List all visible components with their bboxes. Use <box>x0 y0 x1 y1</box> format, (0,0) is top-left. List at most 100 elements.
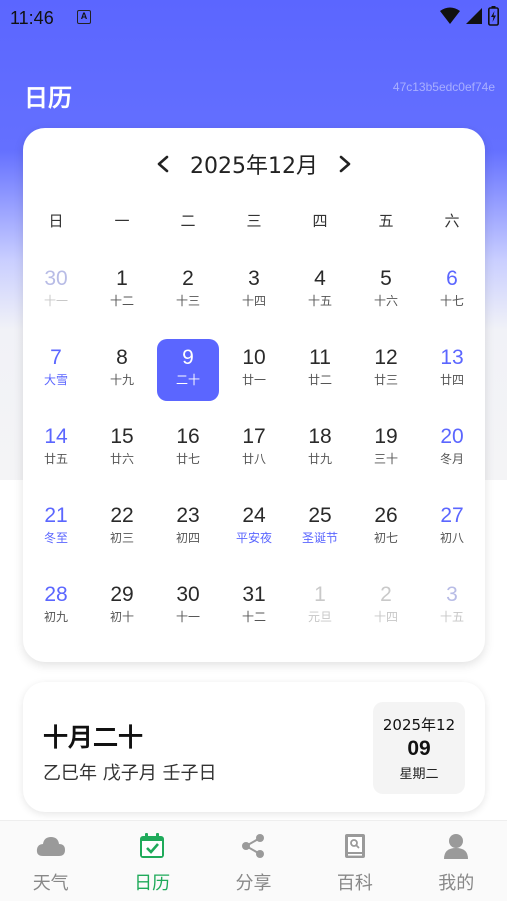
calendar-day[interactable]: 10 廿一 <box>223 339 285 401</box>
day-number: 13 <box>440 346 464 369</box>
calendar-day[interactable]: 13 廿四 <box>421 339 483 401</box>
lunar-label: 十五 <box>307 294 332 308</box>
day-number: 1 <box>314 583 326 606</box>
calendar-day[interactable]: 4 十五 <box>289 260 351 322</box>
calendar-week-row: 21 冬至 22 初三 23 初四 24 平安夜 25 圣诞节 26 初七 27 初八 <box>23 497 485 576</box>
calendar-week-row: 7 大雪 8 十九 9 二十 10 廿一 11 廿二 12 廿三 13 廿四 <box>23 339 485 418</box>
calendar-day[interactable]: 5 十六 <box>355 260 417 322</box>
lunar-label: 十四 <box>241 294 266 308</box>
calendar-day[interactable]: 17 廿八 <box>223 418 285 480</box>
day-number: 7 <box>50 346 62 369</box>
date-box: 2025年12 09 星期二 <box>373 702 465 794</box>
day-number: 4 <box>314 267 326 290</box>
previous-month-button[interactable] <box>142 146 184 182</box>
day-number: 11 <box>309 346 331 369</box>
day-number: 20 <box>440 425 464 448</box>
calendar-day[interactable]: 7 大雪 <box>25 339 87 401</box>
day-number: 30 <box>176 583 200 606</box>
calendar-day[interactable]: 12 廿三 <box>355 339 417 401</box>
calendar-day[interactable]: 19 三十 <box>355 418 417 480</box>
calendar-day[interactable]: 30 十一 <box>25 260 87 322</box>
calendar-week-row: 30 十一 1 十二 2 十三 3 十四 4 十五 5 十六 6 十七 <box>23 260 485 339</box>
lunar-label: 十五 <box>439 610 464 624</box>
calendar-day[interactable]: 29 初十 <box>91 576 153 638</box>
nav-label: 天气 <box>32 873 69 894</box>
calendar-day[interactable]: 26 初七 <box>355 497 417 559</box>
day-number: 3 <box>446 583 458 606</box>
day-number: 1 <box>116 267 128 290</box>
cloud-icon <box>36 831 66 861</box>
calendar-day[interactable]: 1 十二 <box>91 260 153 322</box>
day-number: 8 <box>116 346 128 369</box>
calendar-day[interactable]: 25 圣诞节 <box>289 497 351 559</box>
chevron-left-icon <box>157 155 169 173</box>
date-day: 09 <box>407 737 431 760</box>
device-hash: 47c13b5edc0ef74e <box>392 80 495 94</box>
nav-label: 分享 <box>235 873 272 894</box>
calendar-day[interactable]: 23 初四 <box>157 497 219 559</box>
calendar-day[interactable]: 15 廿六 <box>91 418 153 480</box>
calendar-day[interactable]: 30 十一 <box>157 576 219 638</box>
month-title: 2025年12月 <box>190 154 318 179</box>
profile-icon <box>441 831 471 861</box>
calendar-day[interactable]: 31 十二 <box>223 576 285 638</box>
encyclopedia-icon <box>340 831 370 861</box>
status-time: 11:46 <box>10 8 54 28</box>
nav-item-share[interactable]: 分享 <box>203 821 304 901</box>
nav-item-encyclopedia[interactable]: 百科 <box>304 821 405 901</box>
next-month-button[interactable] <box>324 146 366 182</box>
day-number: 26 <box>374 504 398 527</box>
calendar-day[interactable]: 24 平安夜 <box>223 497 285 559</box>
battery-icon <box>488 6 499 26</box>
lunar-label: 十二 <box>241 610 266 624</box>
calendar-day[interactable]: 18 廿九 <box>289 418 351 480</box>
weekday-label: 三 <box>246 212 262 230</box>
calendar-day[interactable]: 16 廿七 <box>157 418 219 480</box>
day-number: 5 <box>380 267 392 290</box>
lunar-label: 十四 <box>373 610 398 624</box>
nav-item-weather[interactable]: 天气 <box>0 821 101 901</box>
calendar-day[interactable]: 8 十九 <box>91 339 153 401</box>
calendar-day[interactable]: 2 十四 <box>355 576 417 638</box>
day-number: 10 <box>242 346 266 369</box>
day-number: 30 <box>44 267 68 290</box>
nav-item-calendar[interactable]: 日历 <box>101 821 202 901</box>
lunar-label: 大雪 <box>43 373 68 387</box>
calendar-day[interactable]: 6 十七 <box>421 260 483 322</box>
chevron-right-icon <box>339 155 351 173</box>
calendar-day[interactable]: 20 冬月 <box>421 418 483 480</box>
calendar-day[interactable]: 22 初三 <box>91 497 153 559</box>
day-number: 9 <box>182 346 194 369</box>
nav-label: 我的 <box>438 873 475 894</box>
lunar-label: 廿九 <box>307 452 332 466</box>
lunar-label: 廿二 <box>307 373 332 387</box>
calendar-day[interactable]: 2 十三 <box>157 260 219 322</box>
calendar-day[interactable]: 3 十四 <box>223 260 285 322</box>
weekday-label: 六 <box>444 212 460 230</box>
calendar-day[interactable]: 27 初八 <box>421 497 483 559</box>
ganzhi-date: 乙巳年 戊子月 壬子日 <box>43 763 217 784</box>
nav-item-profile[interactable]: 我的 <box>406 821 507 901</box>
calendar-day[interactable]: 28 初九 <box>25 576 87 638</box>
weekday-label: 日 <box>48 212 64 230</box>
date-weekday: 星期二 <box>399 767 439 782</box>
lunar-label: 元旦 <box>307 610 332 624</box>
selected-date-card: 十月二十 乙巳年 戊子月 壬子日 2025年12 09 星期二 <box>23 682 485 812</box>
calendar-day[interactable]: 3 十五 <box>421 576 483 638</box>
calendar-day[interactable]: 11 廿二 <box>289 339 351 401</box>
day-number: 23 <box>176 504 200 527</box>
calendar-day[interactable]: 1 元旦 <box>289 576 351 638</box>
calendar-day-selected[interactable]: 9 二十 <box>157 339 219 401</box>
lunar-label: 圣诞节 <box>301 531 338 545</box>
day-number: 12 <box>374 346 398 369</box>
calendar-grid: 30 十一 1 十二 2 十三 3 十四 4 十五 5 十六 6 十七 7 大雪 8 十九 9 二十 10 廿一 11 廿二 1… <box>23 260 485 655</box>
lunar-label: 廿四 <box>439 373 464 387</box>
status-icons <box>440 6 499 26</box>
lunar-label: 初三 <box>109 531 134 545</box>
calendar-card: 2025年12月 日 一 二 三 四 五 六 30 十一 1 十二 2 十三 3 十四 4 十五 5… <box>23 128 485 662</box>
day-number: 24 <box>242 504 266 527</box>
lunar-label: 廿八 <box>241 452 266 466</box>
calendar-day[interactable]: 14 廿五 <box>25 418 87 480</box>
calendar-day[interactable]: 21 冬至 <box>25 497 87 559</box>
day-number: 2 <box>182 267 194 290</box>
